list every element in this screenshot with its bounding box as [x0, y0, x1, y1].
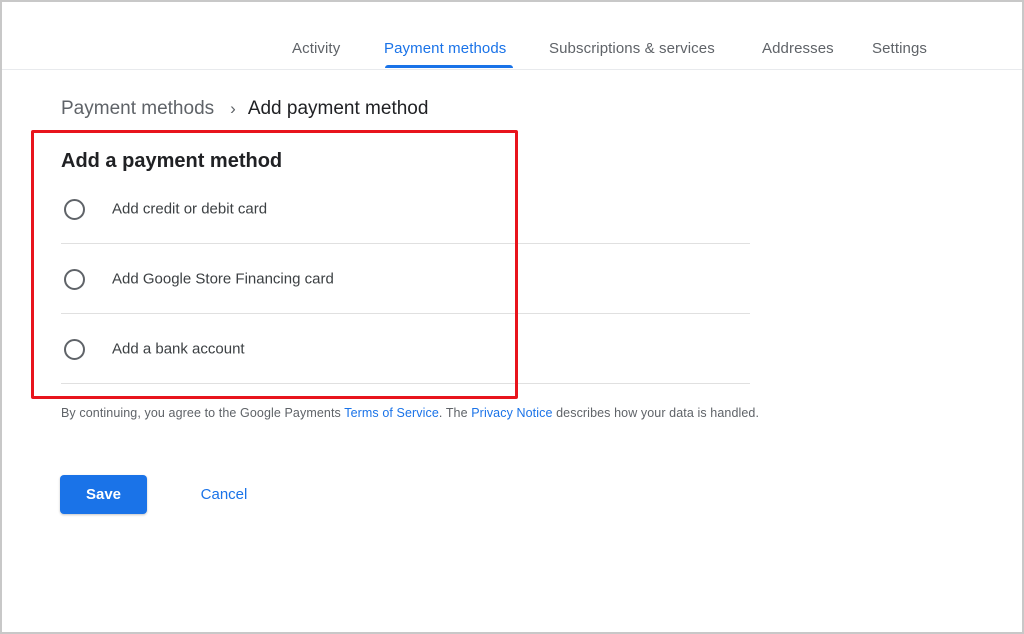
radio-button[interactable]	[64, 339, 85, 360]
active-tab-indicator	[385, 65, 513, 68]
radio-button[interactable]	[64, 199, 85, 220]
top-navigation: Activity Payment methods Subscriptions &…	[2, 2, 1022, 70]
tab-activity[interactable]: Activity	[292, 40, 340, 57]
cancel-button[interactable]: Cancel	[183, 475, 265, 514]
tab-settings[interactable]: Settings	[872, 40, 927, 57]
divider	[61, 383, 750, 384]
option-label: Add credit or debit card	[112, 200, 268, 218]
option-label: Add a bank account	[112, 340, 245, 358]
option-google-store-financing[interactable]: Add Google Store Financing card	[61, 244, 750, 314]
legal-notice: By continuing, you agree to the Google P…	[61, 406, 759, 420]
option-bank-account[interactable]: Add a bank account	[61, 314, 750, 384]
chevron-right-icon: ›	[230, 99, 236, 118]
legal-text: By continuing, you agree to the Google P…	[61, 406, 345, 420]
legal-text: . The	[438, 406, 472, 420]
legal-text: describes how your data is handled.	[552, 406, 760, 420]
terms-of-service-link[interactable]: Terms of Service	[344, 406, 439, 420]
breadcrumb-payment-methods-link[interactable]: Payment methods	[61, 98, 214, 119]
save-button[interactable]: Save	[60, 475, 147, 514]
app-frame: Activity Payment methods Subscriptions &…	[0, 0, 1024, 634]
radio-button[interactable]	[64, 269, 85, 290]
tab-payment-methods[interactable]: Payment methods	[384, 40, 506, 57]
tab-subscriptions-services[interactable]: Subscriptions & services	[549, 40, 715, 57]
breadcrumb-current-page: Add payment method	[247, 98, 429, 119]
tab-addresses[interactable]: Addresses	[762, 40, 834, 57]
privacy-notice-link[interactable]: Privacy Notice	[471, 406, 552, 420]
option-credit-debit-card[interactable]: Add credit or debit card	[61, 174, 750, 244]
breadcrumb: Payment methods › Add payment method	[61, 98, 428, 120]
option-label: Add Google Store Financing card	[112, 270, 334, 288]
section-title: Add a payment method	[61, 150, 283, 172]
